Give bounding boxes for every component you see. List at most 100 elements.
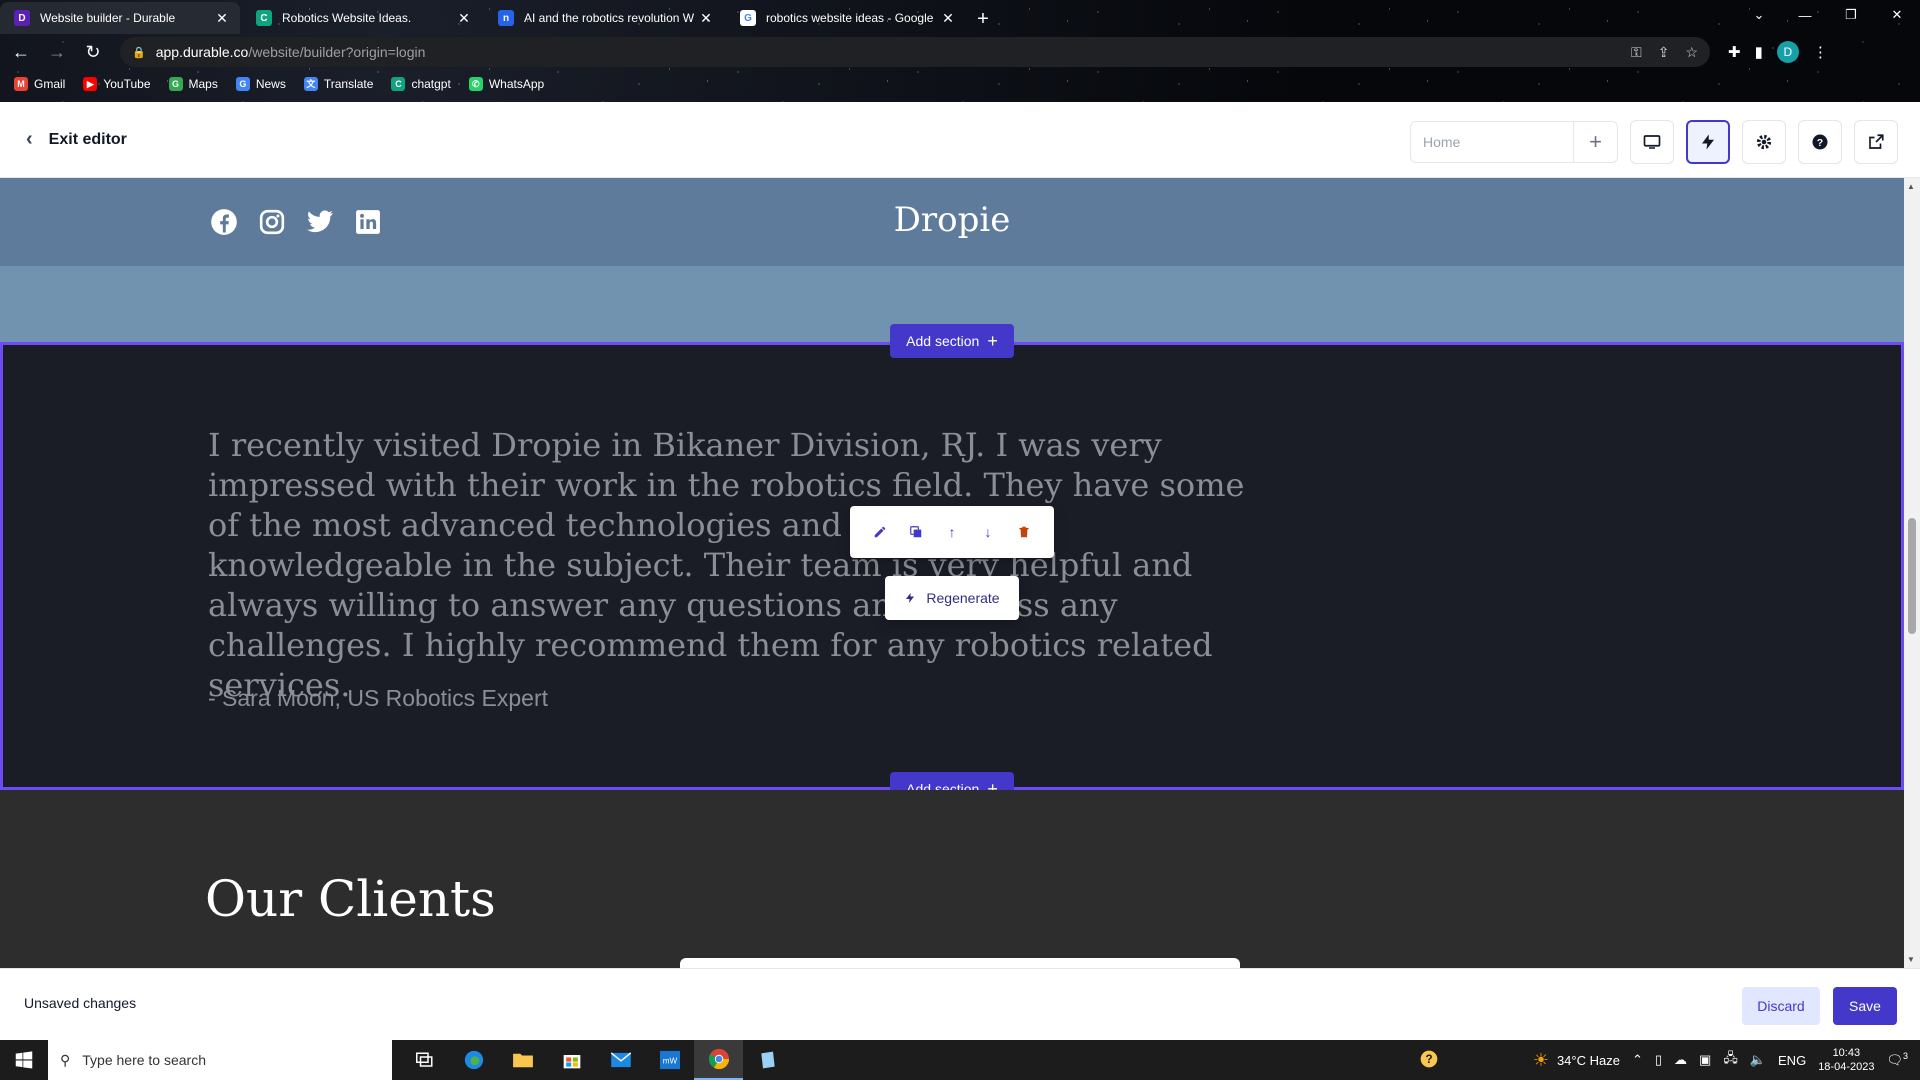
lock-icon: 🔒 <box>132 46 146 59</box>
scroll-up-icon[interactable]: ▲ <box>1907 182 1915 191</box>
store-icon[interactable] <box>547 1040 596 1080</box>
side-panel-icon[interactable]: ▮ <box>1755 43 1763 61</box>
weather-widget[interactable]: ☀ 34°C Haze <box>1533 1050 1620 1071</box>
lightning-icon <box>1702 134 1714 150</box>
edit-pencil-icon[interactable] <box>868 520 892 544</box>
edge-icon[interactable] <box>449 1040 498 1080</box>
window-controls: ⌄ — ❐ ✕ <box>1736 0 1920 30</box>
profile-avatar[interactable]: D <box>1776 41 1799 63</box>
add-section-button-top[interactable]: Add section + <box>890 324 1014 358</box>
back-icon[interactable]: ← <box>6 37 36 67</box>
onedrive-icon[interactable]: ☁ <box>1674 1052 1687 1068</box>
help-tray-icon[interactable]: ? <box>1419 1049 1439 1072</box>
taskbar-apps: mW <box>400 1040 792 1080</box>
close-tab-icon[interactable]: ✕ <box>456 10 472 27</box>
mail-icon[interactable] <box>596 1040 645 1080</box>
site-brand[interactable]: Dropie <box>0 200 1904 240</box>
testimonial-author[interactable]: - Sara Moon, US Robotics Expert <box>208 685 548 712</box>
add-page-button[interactable]: + <box>1573 122 1617 162</box>
address-row: ← → ↻ 🔒 app.durable.co/website/builder?o… <box>0 36 1920 68</box>
file-explorer-icon[interactable] <box>498 1040 547 1080</box>
settings-button[interactable] <box>1742 120 1786 164</box>
bookmark-youtube[interactable]: ▶ YouTube <box>83 77 151 91</box>
bookmark-chatgpt[interactable]: Cchatgpt <box>391 77 451 91</box>
network-icon[interactable]: 🖧 <box>1723 1049 1738 1071</box>
discard-button[interactable]: Discard <box>1742 987 1820 1025</box>
app-icon[interactable]: mW <box>645 1040 694 1080</box>
move-up-icon[interactable]: ↑ <box>940 520 964 544</box>
notifications-icon[interactable]: 🗨3 <box>1886 1051 1908 1068</box>
bookmark-star-icon[interactable]: ☆ <box>1685 44 1698 61</box>
tab-search-icon[interactable]: ⌄ <box>1736 0 1782 30</box>
regenerate-button[interactable]: Regenerate <box>885 576 1019 620</box>
clients-section[interactable]: Our Clients <box>0 790 1904 968</box>
news-icon: G <box>235 77 250 91</box>
close-tab-icon[interactable]: ✕ <box>698 10 714 27</box>
svg-text:?: ? <box>1425 1053 1432 1066</box>
editor-toolbar: ‹ Exit editor Home + ? <box>0 102 1920 178</box>
desktop-preview-button[interactable] <box>1630 120 1674 164</box>
tab-robotics-ideas[interactable]: C Robotics Website Ideas. ✕ <box>242 2 482 34</box>
save-button[interactable]: Save <box>1833 987 1897 1025</box>
taskbar-search[interactable]: ⚲ Type here to search <box>48 1040 392 1080</box>
open-external-button[interactable] <box>1854 120 1898 164</box>
tab-website-builder[interactable]: D Website builder - Durable ✕ <box>0 2 240 34</box>
google-favicon-icon: G <box>740 10 756 26</box>
extensions-icon[interactable]: ✚ <box>1728 43 1741 61</box>
browser-chrome: D Website builder - Durable ✕ C Robotics… <box>0 0 1920 102</box>
bookmark-whatsapp[interactable]: ✆ WhatsApp <box>468 77 544 91</box>
language-indicator[interactable]: ENG <box>1778 1053 1806 1068</box>
reload-icon[interactable]: ↻ <box>78 37 108 67</box>
chrome-icon[interactable] <box>694 1040 743 1080</box>
help-button[interactable]: ? <box>1798 120 1842 164</box>
windows-taskbar: ⚲ Type here to search mW ? ☀ 34°C Haze ⌃… <box>0 1040 1920 1080</box>
forward-icon[interactable]: → <box>42 37 72 67</box>
ai-tools-button[interactable] <box>1686 120 1730 164</box>
bookmark-news[interactable]: G News <box>235 77 286 91</box>
display-icon[interactable]: ▣ <box>1699 1052 1711 1068</box>
start-button[interactable] <box>0 1040 48 1080</box>
key-icon[interactable]: ⚿ <box>1631 44 1642 61</box>
tab-strip: D Website builder - Durable ✕ C Robotics… <box>0 0 1920 34</box>
canvas-scrollbar[interactable]: ▲ ▼ <box>1904 178 1920 968</box>
notepad-icon[interactable] <box>743 1040 792 1080</box>
duplicate-icon[interactable] <box>904 520 928 544</box>
clients-heading[interactable]: Our Clients <box>205 870 496 928</box>
section-toolbar: ↑ ↓ <box>850 506 1054 558</box>
close-tab-icon[interactable]: ✕ <box>214 10 230 27</box>
tab-ai-robotics[interactable]: n AI and the robotics revolution W ✕ <box>484 2 724 34</box>
move-down-icon[interactable]: ↓ <box>976 520 1000 544</box>
close-window-icon[interactable]: ✕ <box>1874 0 1920 30</box>
trash-icon[interactable] <box>1012 520 1036 544</box>
task-view-icon[interactable] <box>400 1040 449 1080</box>
scroll-down-icon[interactable]: ▼ <box>1907 955 1915 964</box>
unsaved-changes-text: Unsaved changes <box>24 995 137 1011</box>
restore-icon[interactable]: ❐ <box>1828 0 1874 30</box>
save-bar: Unsaved changes Discard Save <box>0 968 1920 1040</box>
bookmark-gmail[interactable]: M Gmail <box>14 77 65 91</box>
testimonial-section[interactable]: I recently visited Dropie in Bikaner Div… <box>0 342 1904 790</box>
address-bar[interactable]: 🔒 app.durable.co/website/builder?origin=… <box>120 37 1710 67</box>
minimize-icon[interactable]: — <box>1782 0 1828 30</box>
clock[interactable]: 10:43 18-04-2023 <box>1818 1046 1874 1074</box>
testimonial-quote[interactable]: I recently visited Dropie in Bikaner Div… <box>208 425 1248 705</box>
tab-google-search[interactable]: G robotics website ideas - Google ✕ <box>726 2 966 34</box>
exit-editor-button[interactable]: ‹ Exit editor <box>26 128 127 151</box>
bookmark-translate[interactable]: 文 Translate <box>303 77 373 91</box>
menu-kebab-icon[interactable]: ⋮ <box>1813 43 1828 61</box>
phone-icon[interactable]: ▯ <box>1655 1052 1662 1068</box>
editor-canvas[interactable]: Dropie I recently visited Dropie in Bika… <box>0 178 1904 968</box>
svg-text:?: ? <box>1817 137 1823 149</box>
chevron-up-icon[interactable]: ⌃ <box>1632 1052 1643 1068</box>
editor-tools: Home + ? <box>1410 120 1898 164</box>
lightning-icon <box>906 593 915 603</box>
new-tab-button[interactable]: + <box>968 4 998 34</box>
close-tab-icon[interactable]: ✕ <box>940 10 956 27</box>
bookmark-maps[interactable]: G Maps <box>168 77 218 91</box>
scrollbar-thumb[interactable] <box>1908 518 1916 634</box>
windows-logo-icon <box>15 1051 33 1069</box>
share-icon[interactable]: ⇪ <box>1658 44 1670 61</box>
volume-icon[interactable]: 🔈 <box>1750 1052 1766 1068</box>
page-selector[interactable]: Home + <box>1410 121 1618 163</box>
gmail-icon: M <box>14 77 28 91</box>
